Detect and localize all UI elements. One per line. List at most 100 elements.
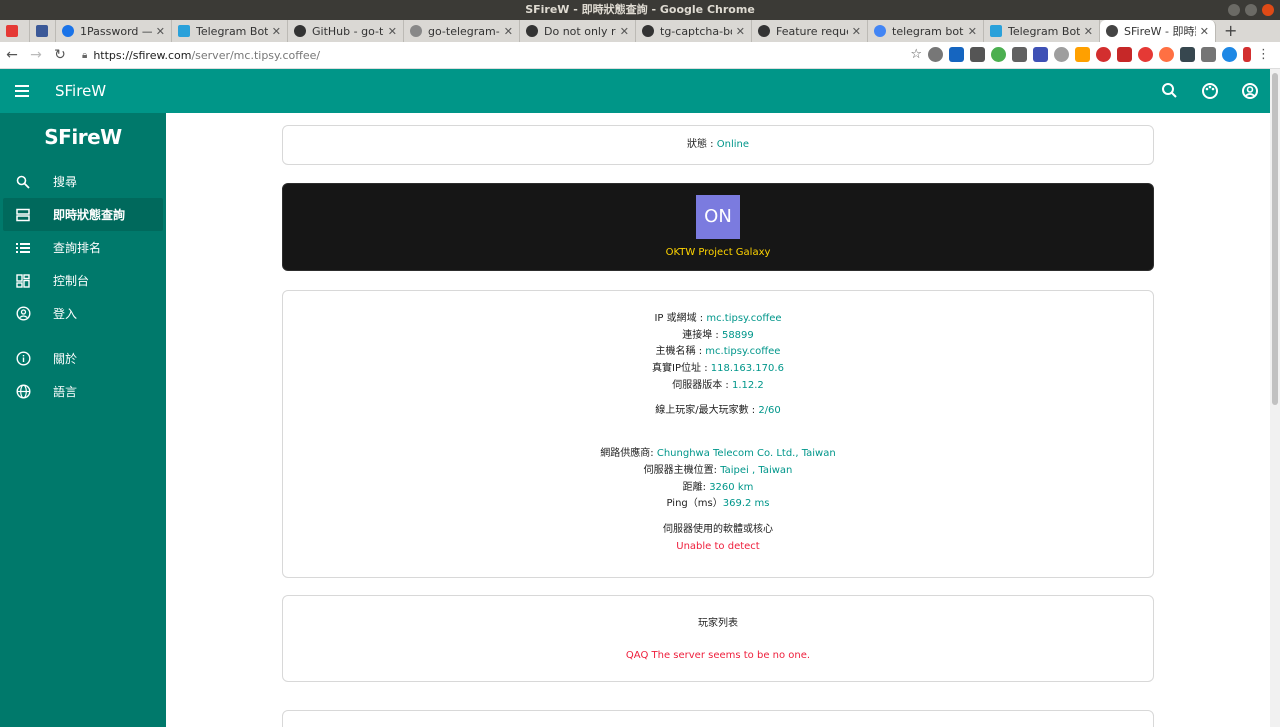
browser-tab[interactable]: tg-captcha-bot✕: [636, 20, 752, 42]
close-tab-icon[interactable]: ✕: [156, 25, 165, 38]
telegram-icon: [990, 25, 1002, 37]
sidebar-item-label: 查詢排名: [53, 241, 102, 255]
url-field[interactable]: 🔒︎ https://sfirew.com/server/mc.tipsy.co…: [82, 49, 320, 62]
info-ip: IP 或網域 : mc.tipsy.coffee: [654, 313, 782, 324]
next-card: [282, 710, 1154, 727]
extension-icon[interactable]: [1138, 47, 1153, 62]
browser-tab[interactable]: [30, 20, 56, 42]
onepassword-icon: [62, 25, 74, 37]
menu-kebab-icon[interactable]: ⋮: [1257, 47, 1270, 62]
reload-icon[interactable]: ↻: [48, 47, 72, 63]
extension-icon[interactable]: [1096, 47, 1111, 62]
window-titlebar: SFireW - 即時狀態查詢 - Google Chrome: [0, 0, 1280, 20]
globe-icon: [15, 384, 31, 400]
extension-icon[interactable]: [1075, 47, 1090, 62]
player-list-empty: QAQ The server seems to be no one.: [625, 649, 811, 661]
info-real-ip: 真實IP位址 : 118.163.170.6: [652, 363, 784, 375]
info-location: 伺服器主機位置: Taipei , Taiwan: [643, 464, 793, 476]
github-icon: [294, 25, 306, 37]
extension-icon[interactable]: [1180, 47, 1195, 62]
close-window-button[interactable]: [1262, 4, 1274, 16]
sidebar-item-status[interactable]: 即時狀態查詢: [3, 198, 163, 231]
close-tab-icon[interactable]: ✕: [1084, 25, 1093, 38]
browser-tab[interactable]: Do not only rel✕: [520, 20, 636, 42]
sidebar-item-label: 控制台: [53, 274, 90, 288]
close-tab-icon[interactable]: ✕: [620, 25, 629, 38]
sidebar-item-dashboard[interactable]: 控制台: [0, 264, 166, 297]
dns-icon: [15, 207, 31, 223]
bookmark-star-icon[interactable]: ☆: [910, 47, 922, 62]
extension-icon[interactable]: [1054, 47, 1069, 62]
info-distance: 距離: 3260 km: [682, 481, 754, 493]
version-value: 1.12.2: [731, 379, 764, 391]
isp-value: Chunghwa Telecom Co. Ltd., Taiwan: [656, 448, 836, 460]
sidebar-item-search[interactable]: 搜尋: [0, 165, 166, 198]
extension-icon[interactable]: [1201, 47, 1216, 62]
sidebar-item-about[interactable]: 關於: [0, 342, 166, 375]
browser-tab[interactable]: [0, 20, 30, 42]
server-info-card: IP 或網域 : mc.tipsy.coffee 連接埠 : 58899 主機名…: [282, 290, 1154, 578]
close-tab-icon[interactable]: ✕: [968, 25, 977, 38]
page-scrollbar[interactable]: [1270, 69, 1280, 727]
sidebar-item-login[interactable]: 登入: [0, 297, 166, 330]
host-value: mc.tipsy.coffee: [705, 346, 781, 358]
extension-icon[interactable]: [970, 47, 985, 62]
close-tab-icon[interactable]: ✕: [736, 25, 745, 38]
extension-icon[interactable]: [1222, 47, 1237, 62]
distance-value: 3260 km: [709, 481, 754, 493]
server-motd: OKTW Project Galaxy: [665, 247, 771, 258]
info-icon: [15, 351, 31, 367]
extension-icon[interactable]: [949, 47, 964, 62]
extension-icon[interactable]: [1117, 47, 1132, 62]
sidebar-item-language[interactable]: 語言: [0, 375, 166, 408]
extension-icon[interactable]: [928, 47, 943, 62]
browser-tab[interactable]: Telegram Bot A✕: [172, 20, 288, 42]
close-tab-icon[interactable]: ✕: [272, 25, 281, 38]
browser-tab[interactable]: telegram bot o✕: [868, 20, 984, 42]
browser-tab[interactable]: 1Password — I ✕: [56, 20, 172, 42]
sidebar-divider: [0, 330, 166, 342]
google-icon: [874, 25, 886, 37]
sidebar-item-label: 語言: [53, 385, 78, 399]
lock-icon: 🔒︎: [82, 49, 88, 61]
sidebar: SFireW 搜尋 即時狀態查詢 查詢排名 控制台 登入 關於 語言: [0, 113, 166, 727]
window-title: SFireW - 即時狀態查詢 - Google Chrome: [525, 3, 755, 16]
extension-icon[interactable]: [1159, 47, 1174, 62]
app-brand[interactable]: SFireW: [55, 82, 106, 100]
browser-tab[interactable]: Telegram Bot A✕: [984, 20, 1100, 42]
window-controls: [1228, 4, 1274, 16]
sidebar-item-label: 搜尋: [53, 175, 78, 189]
forward-icon[interactable]: →: [24, 47, 48, 63]
close-tab-icon[interactable]: ✕: [1200, 25, 1209, 38]
extension-icon[interactable]: [1243, 47, 1251, 62]
extension-icon[interactable]: [1033, 47, 1048, 62]
browser-tab[interactable]: Feature reques✕: [752, 20, 868, 42]
back-icon[interactable]: ←: [0, 47, 24, 63]
account-icon[interactable]: [1240, 81, 1260, 101]
close-tab-icon[interactable]: ✕: [852, 25, 861, 38]
palette-icon[interactable]: [1200, 81, 1220, 101]
github-icon: [642, 25, 654, 37]
sidebar-item-label: 即時狀態查詢: [53, 208, 126, 222]
sidebar-item-ranking[interactable]: 查詢排名: [0, 231, 166, 264]
new-tab-button[interactable]: +: [1216, 20, 1245, 42]
minimize-button[interactable]: [1228, 4, 1240, 16]
sidebar-item-label: 關於: [53, 352, 78, 366]
scrollbar-thumb[interactable]: [1272, 73, 1278, 405]
menu-icon[interactable]: [0, 69, 44, 113]
ip-value[interactable]: mc.tipsy.coffee: [706, 313, 781, 324]
maximize-button[interactable]: [1245, 4, 1257, 16]
real-ip-value: 118.163.170.6: [710, 363, 784, 375]
extension-icon[interactable]: [991, 47, 1006, 62]
close-tab-icon[interactable]: ✕: [388, 25, 397, 38]
address-bar: ← → ↻ 🔒︎ https://sfirew.com/server/mc.ti…: [0, 42, 1280, 69]
globe-icon: [1106, 25, 1118, 37]
globe-icon: [410, 25, 422, 37]
browser-tab[interactable]: go-telegram-bo✕: [404, 20, 520, 42]
search-icon[interactable]: [1160, 81, 1180, 101]
browser-tab-active[interactable]: SFireW - 即時狀✕: [1100, 20, 1216, 42]
browser-tab[interactable]: GitHub - go-tel✕: [288, 20, 404, 42]
extension-icon[interactable]: [1012, 47, 1027, 62]
players-value: 2/60: [758, 405, 781, 417]
close-tab-icon[interactable]: ✕: [504, 25, 513, 38]
